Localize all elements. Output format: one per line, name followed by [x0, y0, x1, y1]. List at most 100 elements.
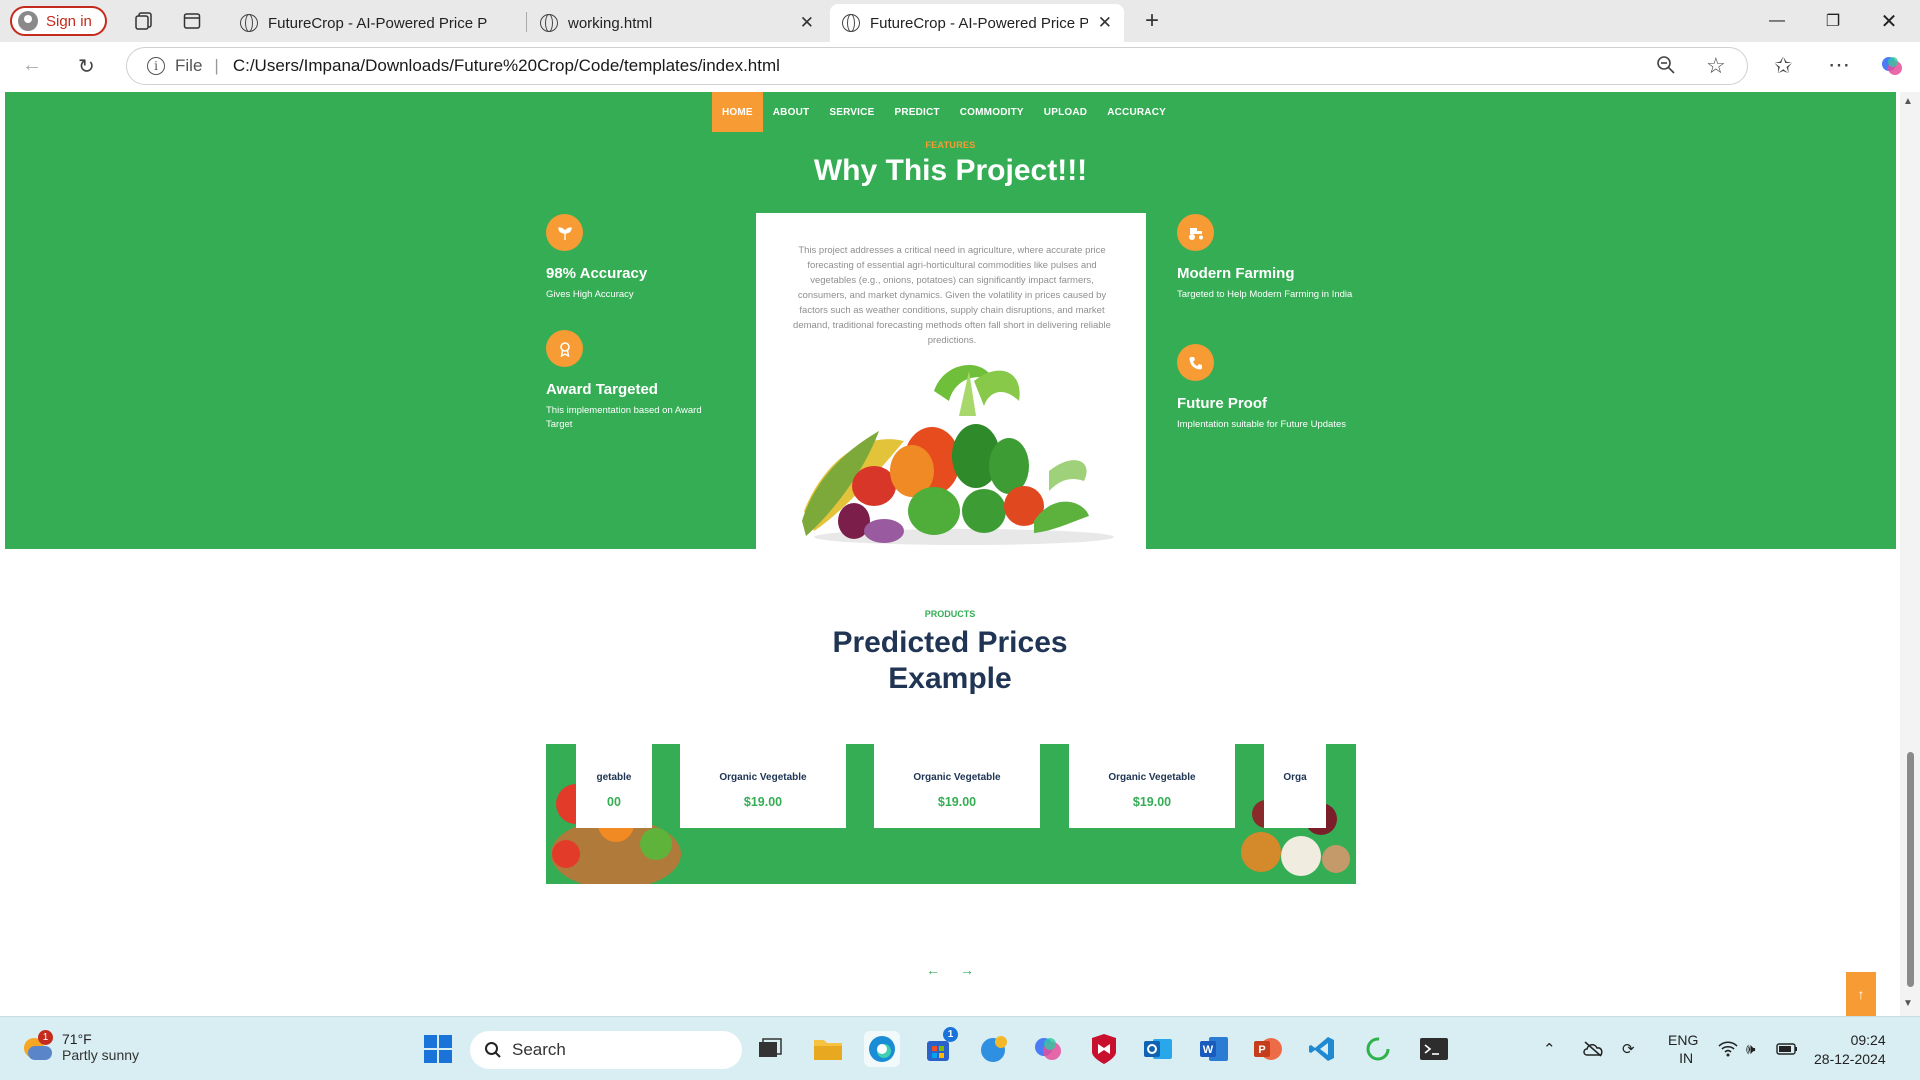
tab-futurecrop-1[interactable]: FutureCrop - AI-Powered Price Pr	[228, 4, 526, 42]
show-hidden-icons-icon[interactable]: ⌃	[1543, 1017, 1556, 1080]
store-icon[interactable]: 1	[920, 1027, 958, 1067]
carousel-next-arrow-icon[interactable]: →	[960, 962, 974, 978]
windows-start-icon[interactable]	[420, 1031, 456, 1067]
description-card: This project addresses a critical need i…	[756, 213, 1146, 549]
address-bar-row: ← ↻ i File | C:/Users/Impana/Downloads/F…	[0, 42, 1920, 92]
feature-heading: Modern Farming	[1177, 265, 1295, 282]
product-price: $19.00	[937, 795, 977, 809]
weather-widget[interactable]: 1 71°F Partly sunny	[22, 1030, 140, 1063]
url-text: C:/Users/Impana/Downloads/Future%20Crop/…	[232, 56, 780, 75]
tab-separator	[526, 12, 527, 32]
close-tab-icon[interactable]: ✕	[800, 13, 814, 33]
zoom-icon[interactable]	[1656, 55, 1676, 81]
workspaces-icon[interactable]	[130, 7, 158, 35]
sign-in-button[interactable]: Sign in	[10, 6, 107, 36]
scroll-down-icon[interactable]: ▼	[1903, 998, 1913, 1009]
feature-award: Award Targeted This implementation based…	[546, 330, 726, 432]
nav-commodity[interactable]: COMMODITY	[950, 92, 1034, 132]
volume-icon[interactable]: 🕪	[1746, 1017, 1755, 1080]
vertical-scrollbar[interactable]: ▲ ▼	[1900, 92, 1920, 1016]
back-to-top-button[interactable]: ↑	[1846, 972, 1876, 1016]
scroll-up-icon[interactable]: ▲	[1903, 96, 1913, 107]
outlook-icon[interactable]	[1140, 1031, 1176, 1067]
search-placeholder: Search	[512, 1040, 566, 1059]
more-icon[interactable]: ⋯	[1828, 52, 1850, 78]
features-kicker: FEATURES	[925, 140, 976, 150]
new-tab-icon[interactable]: +	[1138, 7, 1166, 35]
wifi-icon[interactable]	[1718, 1017, 1738, 1080]
nav-accuracy[interactable]: ACCURACY	[1097, 92, 1176, 132]
products-kicker: PRODUCTS	[924, 609, 976, 619]
page-viewport: HOME ABOUT SERVICE PREDICT COMMODITY UPL…	[0, 92, 1920, 1016]
onedrive-icon[interactable]	[1582, 1017, 1604, 1080]
carousel-prev-arrow-icon[interactable]: ←	[926, 962, 940, 978]
carousel-nav: ← →	[916, 956, 984, 984]
address-field[interactable]: i File | C:/Users/Impana/Downloads/Futur…	[126, 47, 1748, 85]
file-explorer-icon[interactable]	[810, 1031, 846, 1067]
product-card[interactable]: Organic Vegetable $19.00	[680, 744, 846, 828]
loading-app-icon[interactable]	[1360, 1031, 1396, 1067]
weather-desc: Partly sunny	[62, 1047, 140, 1063]
feature-heading: 98% Accuracy	[546, 265, 648, 282]
sync-icon[interactable]: ⟳	[1622, 1017, 1635, 1080]
product-name: Organic Vegetable	[1108, 772, 1196, 783]
nav-home[interactable]: HOME	[711, 92, 763, 132]
feature-heading: Award Targeted	[546, 381, 658, 398]
store-badge: 1	[943, 1027, 958, 1042]
edge-icon[interactable]	[864, 1031, 900, 1067]
tab-futurecrop-active[interactable]: FutureCrop - AI-Powered Price Pr ✕	[830, 4, 1124, 42]
product-price: 00	[607, 795, 621, 809]
terminal-icon[interactable]	[1416, 1031, 1452, 1067]
nav-predict[interactable]: PREDICT	[884, 92, 949, 132]
nav-upload[interactable]: UPLOAD	[1034, 92, 1097, 132]
product-card[interactable]: Organic Vegetable $19.00	[874, 744, 1040, 828]
globe-icon	[240, 14, 258, 32]
close-window-icon[interactable]: ✕	[1861, 0, 1917, 42]
copilot-app-icon[interactable]	[1030, 1031, 1066, 1067]
nav-service[interactable]: SERVICE	[819, 92, 884, 132]
info-icon[interactable]: i	[147, 57, 165, 75]
vscode-icon[interactable]	[1304, 1031, 1340, 1067]
tab-actions-icon[interactable]	[178, 7, 206, 35]
language-region: IN	[1679, 1050, 1694, 1066]
language-indicator[interactable]: ENG IN	[1668, 1017, 1698, 1080]
scrollbar-thumb[interactable]	[1907, 752, 1914, 987]
minimize-icon[interactable]: —	[1749, 0, 1805, 42]
vegetables-image	[802, 364, 1114, 545]
refresh-icon[interactable]: ↻	[78, 54, 95, 79]
profile-icon	[18, 11, 38, 31]
taskbar-search[interactable]: Search	[470, 1031, 742, 1069]
clock[interactable]: 09:24 28-12-2024	[1814, 1031, 1886, 1069]
seedling-icon	[546, 214, 583, 251]
features-section: HOME ABOUT SERVICE PREDICT COMMODITY UPL…	[5, 92, 1896, 549]
award-icon	[546, 330, 583, 367]
powerpoint-icon[interactable]: P	[1250, 1031, 1286, 1067]
back-icon[interactable]: ←	[22, 54, 42, 77]
feature-modern-farming: Modern Farming Targeted to Help Modern F…	[1177, 214, 1357, 302]
word-icon[interactable]: W	[1196, 1031, 1232, 1067]
products-title-line1: Predicted Prices	[832, 626, 1068, 659]
battery-icon[interactable]	[1776, 1017, 1798, 1080]
edge-beta-icon[interactable]	[976, 1031, 1012, 1067]
close-tab-icon[interactable]: ✕	[1098, 13, 1112, 33]
mcafee-icon[interactable]	[1086, 1031, 1122, 1067]
favorites-icon[interactable]: ✩	[1774, 53, 1792, 79]
restore-icon[interactable]: ❐	[1805, 0, 1861, 42]
product-carousel: getable 00 Organic Vegetable $19.00 Orga…	[546, 744, 1356, 884]
task-view-icon[interactable]	[752, 1031, 788, 1067]
sign-in-label: Sign in	[46, 12, 92, 30]
nav-about[interactable]: ABOUT	[763, 92, 820, 132]
feature-heading: Future Proof	[1177, 395, 1267, 412]
product-card[interactable]: getable 00	[576, 744, 652, 828]
tab-title: working.html	[568, 14, 653, 32]
divider: |	[214, 56, 219, 75]
tab-bar: Sign in FutureCrop - AI-Powered Price Pr…	[0, 0, 1920, 42]
favorite-star-icon[interactable]: ☆	[1706, 53, 1726, 79]
taskbar: 1 71°F Partly sunny Search 1 W P ⌃ ⟳ ENG…	[0, 1016, 1920, 1080]
tab-working[interactable]: working.html ✕	[528, 4, 826, 42]
product-card[interactable]: Organic Vegetable $19.00	[1069, 744, 1235, 828]
project-description: This project addresses a critical need i…	[793, 245, 1111, 346]
product-card[interactable]: Orga	[1264, 744, 1326, 828]
copilot-icon[interactable]	[1880, 54, 1904, 84]
feature-future-proof: Future Proof Implentation suitable for F…	[1177, 344, 1357, 432]
